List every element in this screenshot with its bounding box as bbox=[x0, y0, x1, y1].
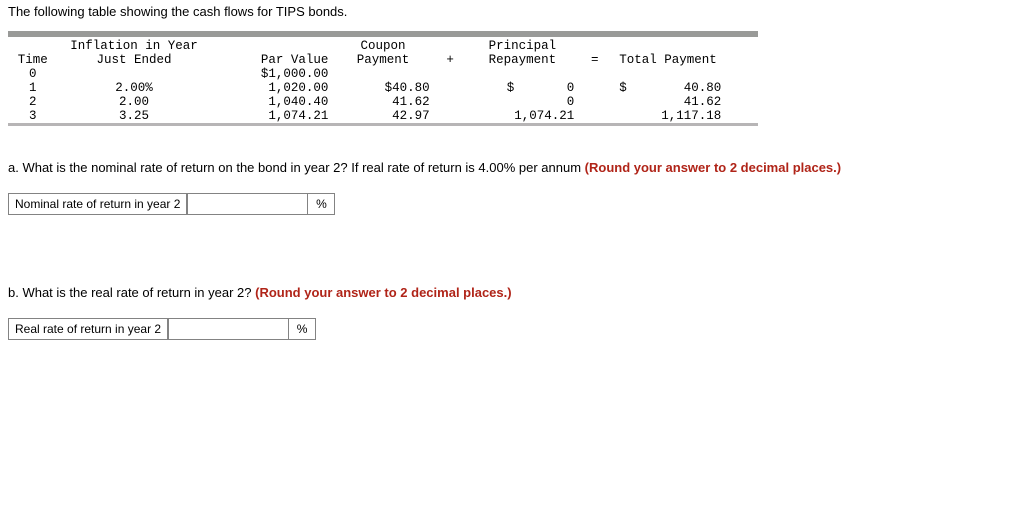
cash-flow-table: Inflation in Year Coupon Principal Time … bbox=[8, 37, 758, 123]
answer-a-label: Nominal rate of return in year 2 bbox=[9, 194, 187, 215]
cell-inflation: 2.00% bbox=[58, 81, 211, 95]
question-a-hint: (Round your answer to 2 decimal places.) bbox=[585, 160, 841, 175]
col-principal-l2: Repayment bbox=[467, 53, 579, 67]
cell-eq bbox=[578, 67, 611, 81]
cell-principal bbox=[467, 67, 579, 81]
cell-principal: 1,074.21 bbox=[467, 109, 579, 123]
col-coupon-l2: Payment bbox=[332, 53, 433, 67]
cell-coupon: 41.62 bbox=[332, 95, 433, 109]
col-principal-l1: Principal bbox=[467, 37, 579, 53]
table-row: 0 $1,000.00 bbox=[8, 67, 758, 81]
cell-par: $1,000.00 bbox=[210, 67, 332, 81]
cell-par: 1,074.21 bbox=[210, 109, 332, 123]
cell-inflation: 2.00 bbox=[58, 95, 211, 109]
answer-b-label: Real rate of return in year 2 bbox=[9, 319, 168, 340]
cell-time: 0 bbox=[8, 67, 58, 81]
col-coupon-l1: Coupon bbox=[332, 37, 433, 53]
col-total: Total Payment bbox=[611, 53, 758, 67]
cell-eq bbox=[578, 81, 611, 95]
cell-time: 2 bbox=[8, 95, 58, 109]
question-a-text: a. What is the nominal rate of return on… bbox=[8, 160, 1016, 175]
col-time: Time bbox=[8, 53, 58, 67]
col-plus: + bbox=[434, 53, 467, 67]
cell-plus bbox=[434, 81, 467, 95]
answer-a-table: Nominal rate of return in year 2 % bbox=[8, 193, 335, 215]
cell-par: 1,020.00 bbox=[210, 81, 332, 95]
cell-plus bbox=[434, 95, 467, 109]
cell-inflation bbox=[58, 67, 211, 81]
cell-par: 1,040.40 bbox=[210, 95, 332, 109]
percent-label: % bbox=[289, 319, 316, 340]
table-row: 3 3.25 1,074.21 42.97 1,074.21 1,117.18 bbox=[8, 109, 758, 123]
cell-total: $40.80 bbox=[611, 81, 758, 95]
cell-coupon: 42.97 bbox=[332, 109, 433, 123]
table-row: 1 2.00% 1,020.00 $40.80 $ 0 $40.80 bbox=[8, 81, 758, 95]
col-eq: = bbox=[578, 53, 611, 67]
cell-time: 1 bbox=[8, 81, 58, 95]
intro-text: The following table showing the cash flo… bbox=[8, 4, 1016, 19]
cell-total: 1,117.18 bbox=[611, 109, 758, 123]
col-inflation-l1: Inflation in Year bbox=[58, 37, 211, 53]
cell-coupon bbox=[332, 67, 433, 81]
cell-time: 3 bbox=[8, 109, 58, 123]
cash-flow-table-wrap: Inflation in Year Coupon Principal Time … bbox=[8, 31, 758, 126]
cell-coupon: $40.80 bbox=[332, 81, 433, 95]
col-par: Par Value bbox=[210, 53, 332, 67]
nominal-rate-input[interactable] bbox=[187, 194, 307, 214]
question-b-text: b. What is the real rate of return in ye… bbox=[8, 285, 1016, 300]
cell-eq bbox=[578, 109, 611, 123]
cell-principal: $ 0 bbox=[467, 81, 579, 95]
percent-label: % bbox=[308, 194, 335, 215]
cell-eq bbox=[578, 95, 611, 109]
col-inflation-l2: Just Ended bbox=[58, 53, 211, 67]
cell-total: 41.62 bbox=[611, 95, 758, 109]
answer-b-table: Real rate of return in year 2 % bbox=[8, 318, 316, 340]
table-row: 2 2.00 1,040.40 41.62 0 41.62 bbox=[8, 95, 758, 109]
question-b-prefix: b. What is the real rate of return in ye… bbox=[8, 285, 255, 300]
cell-principal: 0 bbox=[467, 95, 579, 109]
cell-total bbox=[611, 67, 758, 81]
cell-inflation: 3.25 bbox=[58, 109, 211, 123]
real-rate-input[interactable] bbox=[168, 319, 288, 339]
cell-plus bbox=[434, 109, 467, 123]
cell-plus bbox=[434, 67, 467, 81]
question-a-prefix: a. What is the nominal rate of return on… bbox=[8, 160, 585, 175]
question-b-hint: (Round your answer to 2 decimal places.) bbox=[255, 285, 511, 300]
